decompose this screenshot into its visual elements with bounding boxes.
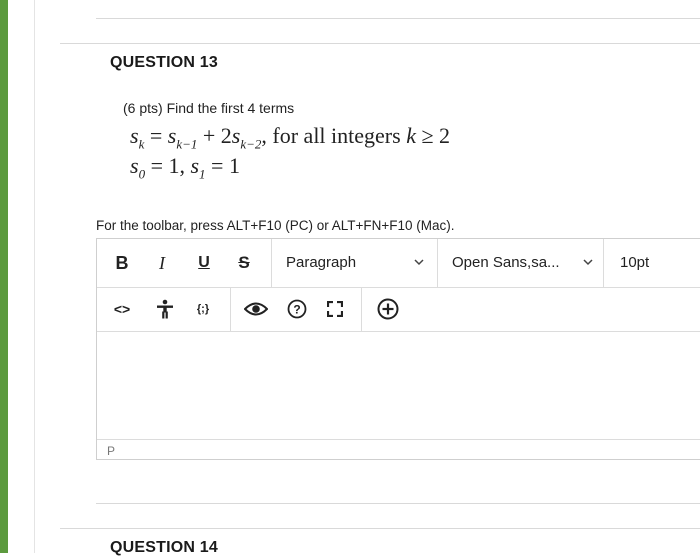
recurrence-equation: sk = sk−1 + 2sk−2, for all integers k ≥ … [130, 123, 451, 152]
preview-icon [244, 302, 268, 316]
initial-conditions: s0 = 1, s1 = 1 [130, 153, 240, 182]
font-size-dropdown[interactable]: 10pt [604, 239, 700, 287]
font-family-dropdown[interactable]: Open Sans,sa... [438, 239, 603, 287]
fullscreen-icon [327, 301, 343, 317]
help-icon: ? [287, 299, 307, 319]
strikethrough-icon: S [238, 253, 250, 272]
accessibility-icon [157, 299, 173, 319]
equation-button[interactable]: {;} [189, 297, 217, 321]
svg-text:?: ? [293, 303, 300, 317]
preview-button[interactable] [243, 297, 269, 321]
font-size-dropdown-label: 10pt [620, 254, 650, 271]
chevron-down-icon [583, 259, 593, 266]
toolbar-separator [230, 287, 231, 331]
question-intro: (6 pts) Find the first 4 terms [123, 100, 295, 116]
bold-icon: B [115, 252, 129, 273]
paragraph-dropdown[interactable]: Paragraph [272, 239, 437, 287]
rich-text-editor: B I U S Paragraph Open Sans,sa... 10pt <… [96, 238, 700, 460]
element-path: P [107, 444, 116, 458]
underline-icon: U [198, 254, 210, 271]
add-content-icon [377, 298, 399, 320]
font-family-dropdown-label: Open Sans,sa... [452, 254, 560, 271]
question-divider [60, 528, 700, 529]
code-view-button[interactable]: <> [109, 297, 135, 321]
code-view-icon: <> [113, 301, 131, 317]
question-14-title: QUESTION 14 [110, 539, 219, 556]
left-accent-bar [0, 0, 8, 553]
fullscreen-button[interactable] [323, 297, 347, 321]
accessibility-checker-button[interactable] [153, 297, 177, 321]
toolbar-separator [361, 287, 362, 331]
editor-content-area[interactable] [97, 331, 700, 439]
bold-button[interactable]: B [111, 252, 133, 274]
toolbar-row-1: B I U S Paragraph Open Sans,sa... 10pt [97, 239, 700, 288]
left-divider [34, 0, 35, 553]
top-divider [96, 18, 700, 19]
equation-icon: {;} [196, 303, 210, 315]
bottom-divider [96, 503, 700, 504]
add-content-button[interactable] [375, 297, 401, 321]
help-button[interactable]: ? [285, 297, 309, 321]
paragraph-dropdown-label: Paragraph [286, 254, 357, 271]
chevron-down-icon [414, 259, 424, 266]
question-divider [60, 43, 700, 44]
editor-status-bar: P [97, 439, 700, 461]
toolbar-hint: For the toolbar, press ALT+F10 (PC) or A… [96, 218, 455, 233]
italic-icon: I [159, 252, 165, 273]
underline-button[interactable]: U [193, 252, 215, 274]
strikethrough-button[interactable]: S [233, 252, 255, 274]
question-13-title: QUESTION 13 [110, 54, 219, 71]
italic-button[interactable]: I [151, 252, 173, 274]
toolbar-row-2: <> {;} ? [97, 287, 700, 332]
